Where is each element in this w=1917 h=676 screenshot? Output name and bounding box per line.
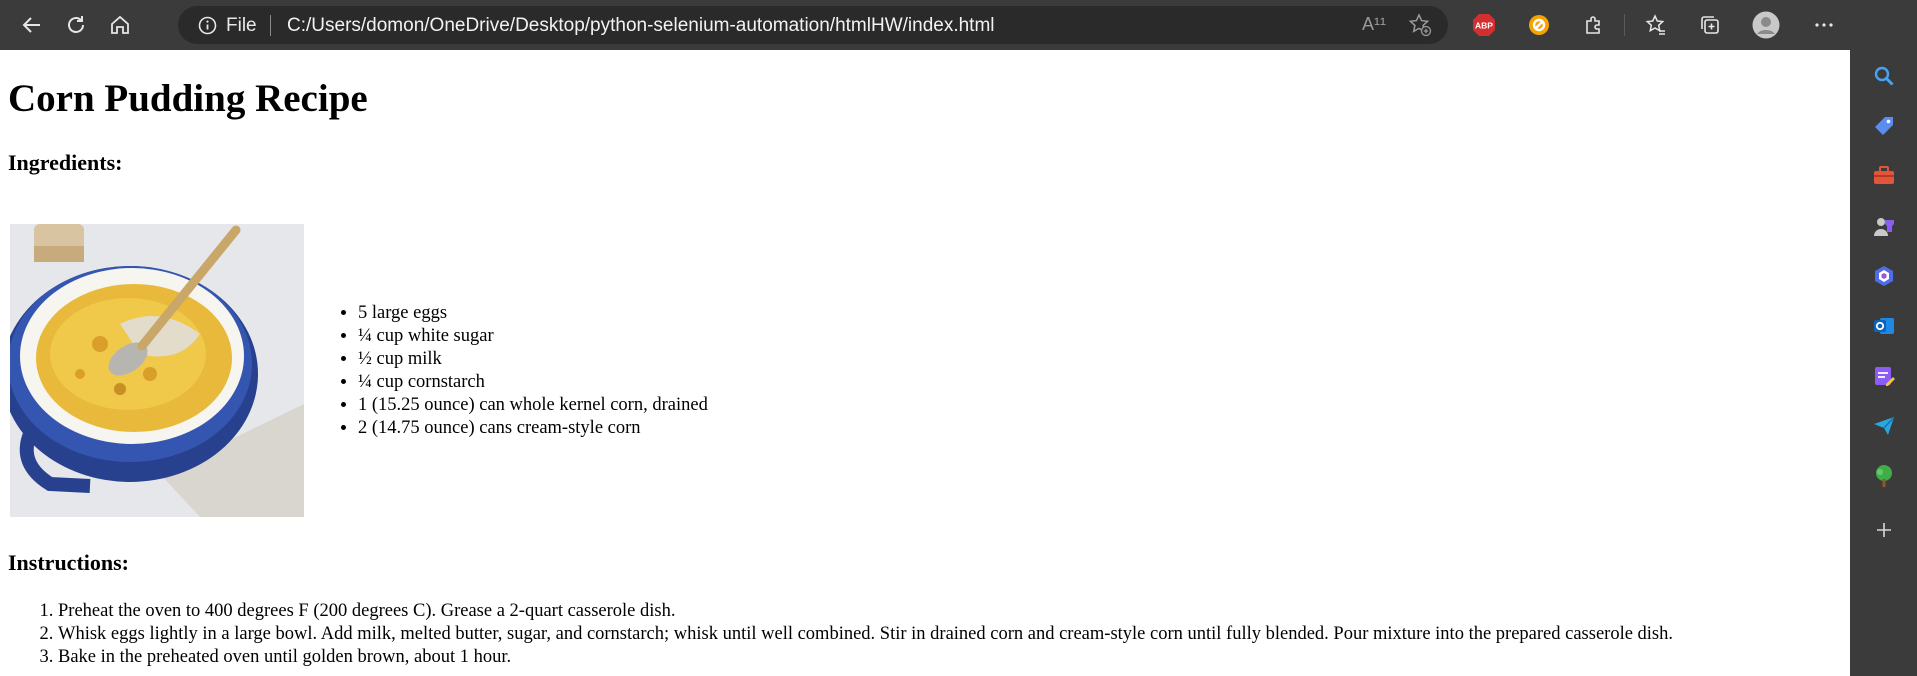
web-page: Corn Pudding Recipe Ingredients: 5 large… [0,50,1850,676]
page-title: Corn Pudding Recipe [8,77,368,120]
more-button[interactable] [1808,9,1840,41]
honey-extension-button[interactable] [1523,9,1555,41]
tools-icon [1874,166,1894,184]
sidebar-games-button[interactable] [1864,206,1904,246]
sidebar-add-button[interactable] [1864,510,1904,550]
sidebar-outlook-button[interactable] [1864,306,1904,346]
list-item: ¼ cup white sugar [358,325,708,348]
search-icon [1874,66,1894,86]
send-icon [1874,416,1895,435]
list-item: ½ cup milk [358,348,708,371]
address-separator [270,15,271,36]
ingredients-list: 5 large eggs ¼ cup white sugar ½ cup mil… [334,302,708,440]
back-icon [22,17,40,33]
ingredients-heading: Ingredients: [8,150,123,175]
sidebar-tree-button[interactable] [1864,456,1904,496]
home-button[interactable] [104,9,136,41]
collections-button[interactable] [1694,9,1726,41]
profile-icon [1752,11,1780,39]
browser-sidebar [1850,0,1917,676]
outlook-icon [1874,318,1894,334]
home-icon [111,15,129,34]
extensions-icon [1586,16,1600,34]
sidebar-copilot-button[interactable] [1864,256,1904,296]
sidebar-shopping-button[interactable] [1864,106,1904,146]
games-icon [1874,218,1894,236]
collections-icon [1701,16,1719,34]
toolbar-divider [1624,14,1625,36]
back-button[interactable] [16,9,48,41]
list-item: Preheat the oven to 400 degrees F (200 d… [58,600,1673,623]
address-scheme: File [226,15,257,36]
corn-pudding-image [10,224,304,517]
list-item: ¼ cup cornstarch [358,371,708,394]
list-item: 1 (15.25 ounce) can whole kernel corn, d… [358,394,708,417]
adblock-icon: ABP [1473,14,1495,36]
instructions-heading: Instructions: [8,550,130,575]
adblock-label: ABP [1475,21,1493,31]
add-icon [1877,523,1891,537]
honey-extension-icon [1529,15,1549,35]
list-item: 2 (14.75 ounce) cans cream-style corn [358,417,708,440]
info-icon[interactable] [198,16,217,35]
address-url[interactable]: C:/Users/domon/OneDrive/Desktop/python-s… [287,16,995,35]
sidebar-send-button[interactable] [1864,406,1904,446]
adblock-button[interactable]: ABP [1468,9,1500,41]
list-item: Bake in the preheated oven until golden … [58,646,1673,669]
favorites-button[interactable] [1640,9,1672,41]
drop-icon [1875,367,1895,386]
sidebar-drop-button[interactable] [1864,356,1904,396]
sidebar-search-button[interactable] [1864,56,1904,96]
sidebar-tools-button[interactable] [1864,156,1904,196]
browser-toolbar: File C:/Users/domon/OneDrive/Desktop/pyt… [0,0,1917,50]
more-icon [1815,23,1833,27]
copilot-icon [1875,266,1893,286]
favorites-icon [1645,14,1665,35]
list-item: 5 large eggs [358,302,708,325]
extensions-button[interactable] [1578,9,1610,41]
list-item: Whisk eggs lightly in a large bowl. Add … [58,623,1673,646]
address-bar[interactable]: File C:/Users/domon/OneDrive/Desktop/pyt… [178,6,1448,44]
add-favorite-icon[interactable] [1408,13,1432,37]
shopping-icon [1875,117,1893,135]
refresh-button[interactable] [60,9,92,41]
profile-button[interactable] [1750,9,1782,41]
tree-icon [1876,465,1892,487]
instructions-list: Preheat the oven to 400 degrees F (200 d… [34,600,1673,669]
refresh-icon [68,16,84,33]
read-aloud-icon[interactable]: A¹¹ [1362,14,1386,35]
